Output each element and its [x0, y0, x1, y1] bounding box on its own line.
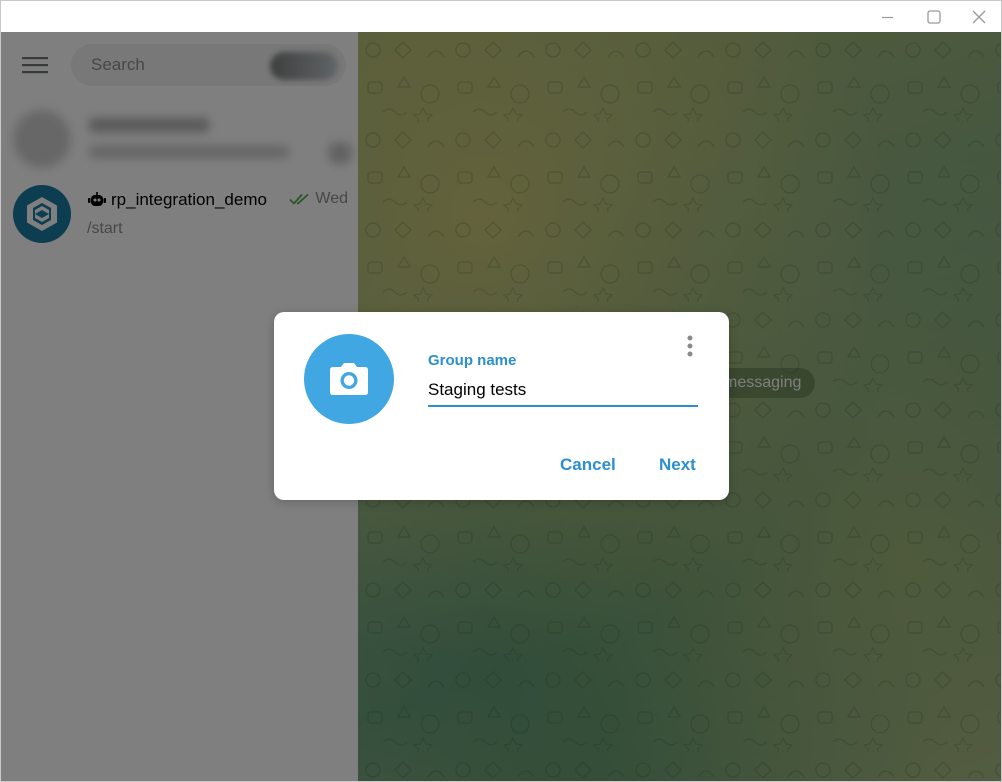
- minimize-button[interactable]: [865, 1, 911, 32]
- maximize-button[interactable]: [911, 1, 957, 32]
- set-photo-button[interactable]: [304, 334, 394, 424]
- app-window: Search: [0, 0, 1002, 782]
- new-group-dialog: Group name Cancel Next: [274, 312, 729, 500]
- more-options-button[interactable]: [680, 332, 700, 360]
- more-vertical-icon: [687, 335, 693, 357]
- title-bar: [1, 1, 1001, 32]
- minimize-icon: [882, 16, 893, 18]
- next-button[interactable]: Next: [659, 455, 696, 475]
- group-name-input[interactable]: [428, 375, 698, 407]
- group-name-label: Group name: [428, 352, 517, 369]
- close-button[interactable]: [956, 1, 1001, 32]
- close-icon: [972, 10, 986, 23]
- cancel-button[interactable]: Cancel: [560, 455, 616, 475]
- camera-icon: [330, 363, 368, 395]
- maximize-icon: [927, 9, 941, 24]
